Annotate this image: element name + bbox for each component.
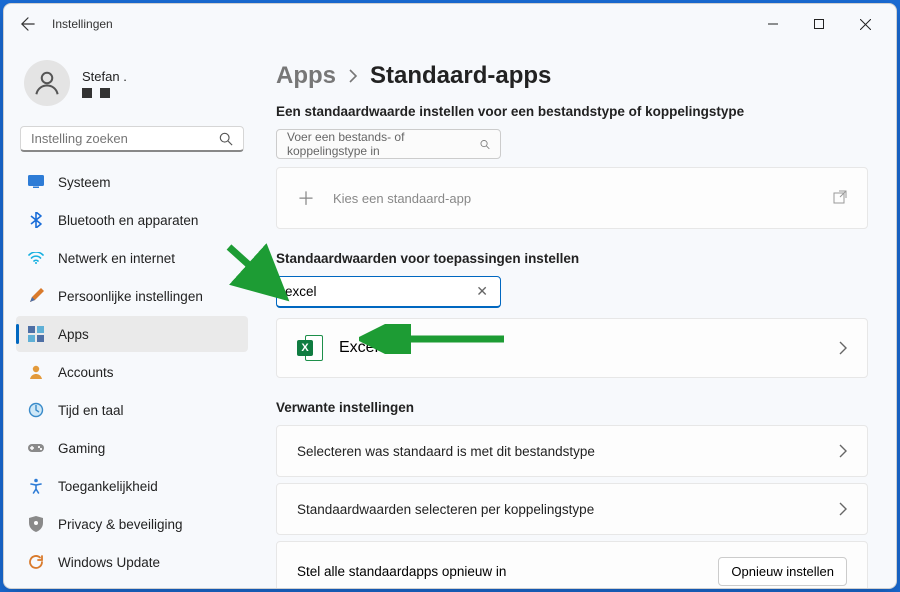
nav-label: Apps — [58, 327, 89, 342]
sidebar-item-gaming[interactable]: Gaming — [16, 430, 248, 466]
nav-label: Bluetooth en apparaten — [58, 213, 198, 228]
profile-sub — [82, 88, 127, 98]
settings-search[interactable] — [20, 126, 244, 152]
section-appdefaults-heading: Standaardwaarden voor toepassingen inste… — [276, 251, 868, 266]
maximize-icon — [814, 19, 824, 29]
person-icon — [32, 68, 62, 98]
nav-label: Privacy & beveiliging — [58, 517, 183, 532]
accessibility-icon — [28, 478, 44, 494]
reset-row: Stel alle standaardapps opnieuw in Opnie… — [276, 541, 868, 588]
avatar — [24, 60, 70, 106]
sidebar-item-network[interactable]: Netwerk en internet — [16, 240, 248, 276]
row-label: Standaardwaarden selecteren per koppelin… — [297, 502, 594, 517]
minimize-icon — [768, 19, 778, 29]
choose-default-app[interactable]: ＋ Kies een standaard-app — [276, 167, 868, 229]
window-controls — [750, 8, 888, 40]
back-button[interactable] — [12, 8, 44, 40]
display-icon — [28, 174, 44, 190]
nav-label: Gaming — [58, 441, 105, 456]
breadcrumb: Apps Standaard-apps — [276, 62, 868, 90]
reset-button[interactable]: Opnieuw instellen — [718, 557, 847, 586]
minimize-button[interactable] — [750, 8, 796, 40]
brush-icon — [28, 288, 44, 304]
close-icon — [860, 19, 871, 30]
profile-name: Stefan . — [82, 69, 127, 84]
profile[interactable]: Stefan . — [16, 44, 248, 118]
section-filetype-heading: Een standaardwaarde instellen voor een b… — [276, 104, 868, 119]
sidebar-item-update[interactable]: Windows Update — [16, 544, 248, 580]
nav: Systeem Bluetooth en apparaten Netwerk e… — [16, 164, 248, 580]
nav-label: Toegankelijkheid — [58, 479, 158, 494]
arrow-left-icon — [21, 17, 35, 31]
gaming-icon — [28, 440, 44, 456]
maximize-button[interactable] — [796, 8, 842, 40]
open-external-icon — [833, 190, 847, 207]
app-result-excel[interactable]: X Excel — [276, 318, 868, 378]
nav-label: Systeem — [58, 175, 111, 190]
filetype-placeholder: Voer een bestands- of koppelingstype in — [287, 130, 480, 158]
content: Stefan . Systeem Bluetooth en apparaten — [4, 44, 896, 588]
sidebar-item-apps[interactable]: Apps — [16, 316, 248, 352]
update-icon — [28, 554, 44, 570]
sidebar-item-privacy[interactable]: Privacy & beveiliging — [16, 506, 248, 542]
account-icon — [28, 364, 44, 380]
related-row-filetype[interactable]: Selecteren was standaard is met dit best… — [276, 425, 868, 477]
choose-label: Kies een standaard-app — [333, 191, 471, 206]
app-result-label: Excel — [339, 339, 378, 357]
nav-label: Windows Update — [58, 555, 160, 570]
chevron-right-icon — [839, 444, 847, 458]
chevron-right-icon — [839, 341, 847, 355]
chevron-right-icon — [348, 69, 358, 83]
bluetooth-icon — [28, 212, 44, 228]
nav-label: Accounts — [58, 365, 114, 380]
filetype-input[interactable]: Voer een bestands- of koppelingstype in — [276, 129, 501, 159]
nav-label: Netwerk en internet — [58, 251, 175, 266]
search-icon — [480, 139, 490, 150]
sidebar-item-bluetooth[interactable]: Bluetooth en apparaten — [16, 202, 248, 238]
sidebar-item-accounts[interactable]: Accounts — [16, 354, 248, 390]
nav-label: Tijd en taal — [58, 403, 124, 418]
settings-window: Instellingen Stefan . — [3, 3, 897, 589]
apps-icon — [28, 326, 44, 342]
breadcrumb-current: Standaard-apps — [370, 62, 551, 90]
main: Apps Standaard-apps Een standaardwaarde … — [256, 44, 896, 588]
sidebar-item-personal[interactable]: Persoonlijke instellingen — [16, 278, 248, 314]
wifi-icon — [28, 250, 44, 266]
sidebar-item-system[interactable]: Systeem — [16, 164, 248, 200]
titlebar: Instellingen — [4, 4, 896, 44]
search-icon — [219, 132, 233, 146]
window-title: Instellingen — [52, 17, 113, 31]
clear-button[interactable]: ✕ — [472, 283, 492, 300]
globe-clock-icon — [28, 402, 44, 418]
row-label: Stel alle standaardapps opnieuw in — [297, 564, 506, 579]
search-input[interactable] — [31, 131, 219, 146]
app-search-input[interactable] — [285, 284, 472, 299]
app-search[interactable]: ✕ — [276, 276, 501, 308]
row-label: Selecteren was standaard is met dit best… — [297, 444, 595, 459]
shield-icon — [28, 516, 44, 532]
profile-info: Stefan . — [82, 69, 127, 98]
close-button[interactable] — [842, 8, 888, 40]
related-row-linktype[interactable]: Standaardwaarden selecteren per koppelin… — [276, 483, 868, 535]
sidebar-item-time[interactable]: Tijd en taal — [16, 392, 248, 428]
plus-icon: ＋ — [297, 185, 315, 211]
excel-icon: X — [297, 335, 323, 361]
nav-label: Persoonlijke instellingen — [58, 289, 203, 304]
breadcrumb-parent[interactable]: Apps — [276, 62, 336, 90]
chevron-right-icon — [839, 502, 847, 516]
sidebar: Stefan . Systeem Bluetooth en apparaten — [4, 44, 256, 588]
section-related-heading: Verwante instellingen — [276, 400, 868, 415]
sidebar-item-accessibility[interactable]: Toegankelijkheid — [16, 468, 248, 504]
